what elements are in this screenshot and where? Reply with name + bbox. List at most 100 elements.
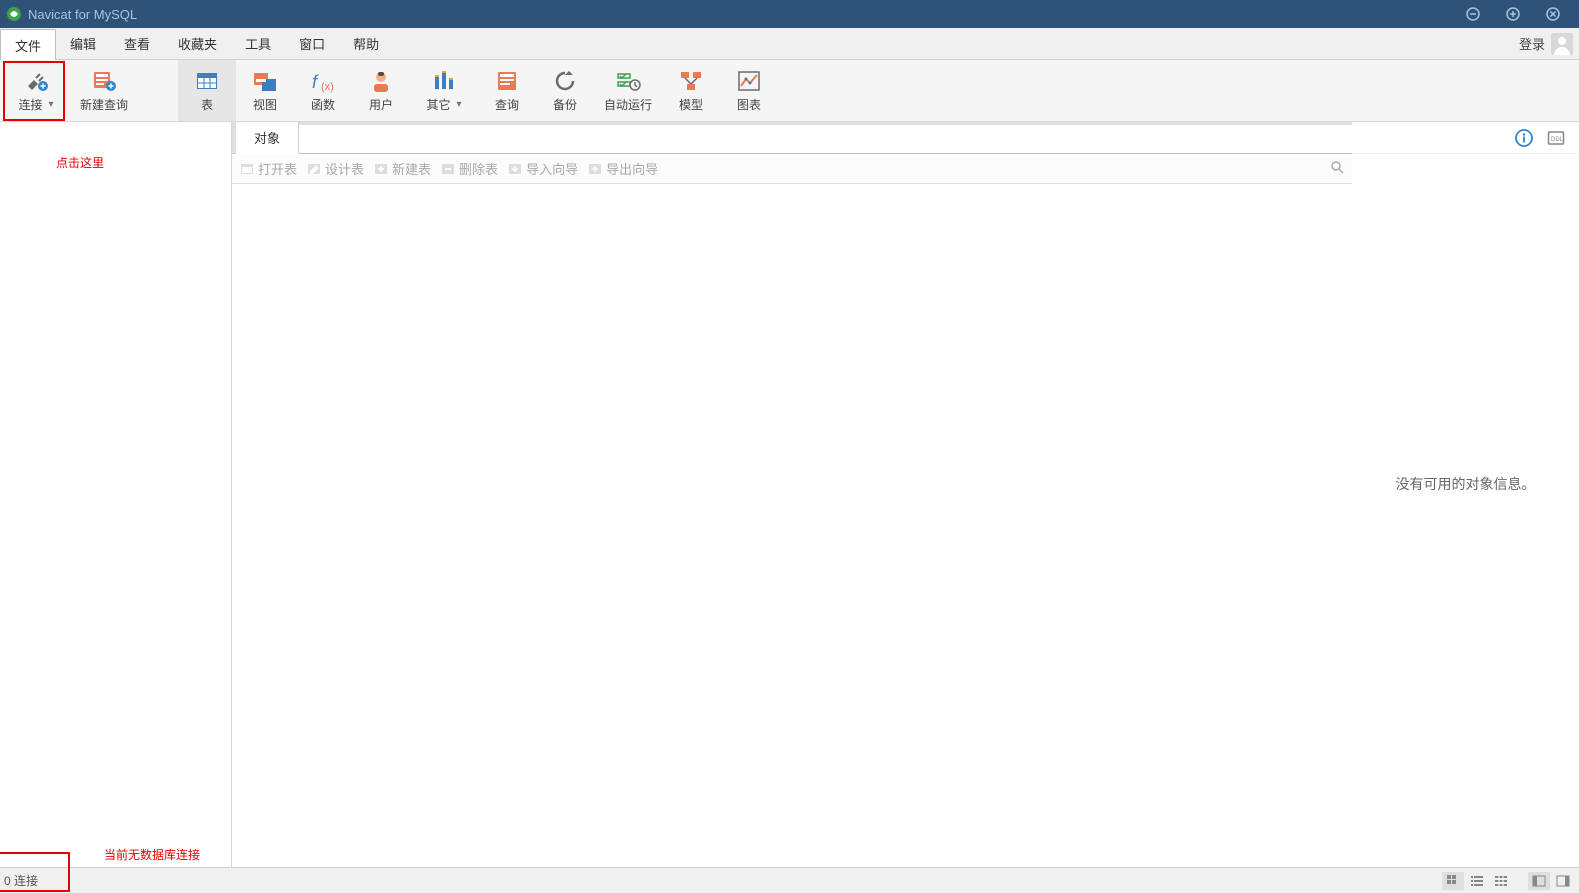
plug-icon bbox=[22, 68, 50, 94]
menu-label: 工具 bbox=[245, 34, 271, 53]
new-query-icon bbox=[90, 68, 118, 94]
tab-address-bar[interactable] bbox=[299, 125, 1352, 154]
info-empty-message: 没有可用的对象信息。 bbox=[1396, 474, 1536, 494]
menu-label: 编辑 bbox=[70, 34, 96, 53]
body-area: 点击这里 当前无数据库连接 对象 打开表 设计表 新建表 bbox=[0, 122, 1579, 867]
main-panel: 对象 打开表 设计表 新建表 删除表 导入向导 bbox=[232, 122, 1352, 867]
query-icon bbox=[493, 68, 521, 94]
tool-label: 视图 bbox=[253, 96, 277, 113]
tool-chart[interactable]: 图表 bbox=[720, 60, 778, 121]
login-area[interactable]: 登录 bbox=[1513, 28, 1579, 59]
object-toolbar: 打开表 设计表 新建表 删除表 导入向导 导出向导 bbox=[232, 154, 1352, 184]
chevron-down-icon: ▾ bbox=[44, 99, 53, 110]
tool-label: 函数 bbox=[311, 96, 335, 113]
view-icon bbox=[251, 68, 279, 94]
annotation-click-here: 点击这里 bbox=[56, 154, 104, 171]
app-logo-icon bbox=[6, 6, 22, 22]
title-bar: Navicat for MySQL bbox=[0, 0, 1579, 28]
btn-export-wizard[interactable]: 导出向导 bbox=[588, 159, 658, 178]
tool-label: 表 bbox=[201, 96, 213, 113]
layout-left-icon[interactable] bbox=[1528, 872, 1550, 890]
view-detail-icon[interactable] bbox=[1490, 872, 1512, 890]
maximize-button[interactable] bbox=[1493, 7, 1533, 21]
obj-btn-label: 删除表 bbox=[459, 159, 498, 178]
menu-label: 收藏夹 bbox=[178, 34, 217, 53]
menu-label: 查看 bbox=[124, 34, 150, 53]
svg-text:f: f bbox=[312, 72, 319, 92]
menu-file[interactable]: 文件 bbox=[0, 29, 56, 60]
info-info-icon[interactable] bbox=[1515, 129, 1533, 147]
tool-view[interactable]: 视图 bbox=[236, 60, 294, 121]
tool-query[interactable]: 查询 bbox=[478, 60, 536, 121]
object-list-area[interactable] bbox=[232, 184, 1352, 867]
close-button[interactable] bbox=[1533, 7, 1573, 21]
obj-btn-label: 新建表 bbox=[392, 159, 431, 178]
tool-backup[interactable]: 备份 bbox=[536, 60, 594, 121]
btn-delete-table[interactable]: 删除表 bbox=[441, 159, 498, 178]
obj-btn-label: 设计表 bbox=[325, 159, 364, 178]
menu-label: 窗口 bbox=[299, 34, 325, 53]
function-icon: f(x) bbox=[309, 68, 337, 94]
status-bar: 0 连接 bbox=[0, 867, 1579, 893]
menu-view[interactable]: 查看 bbox=[110, 28, 164, 59]
avatar-icon bbox=[1551, 33, 1573, 55]
tool-function[interactable]: f(x) 函数 bbox=[294, 60, 352, 121]
others-icon bbox=[430, 68, 458, 94]
model-icon bbox=[677, 68, 705, 94]
tab-label: 对象 bbox=[254, 128, 280, 147]
tool-label: 连接 bbox=[18, 96, 42, 113]
tool-label: 自动运行 bbox=[604, 96, 652, 113]
table-icon bbox=[193, 68, 221, 94]
tool-label: 新建查询 bbox=[80, 96, 128, 113]
view-list-icon[interactable] bbox=[1466, 872, 1488, 890]
tab-objects[interactable]: 对象 bbox=[236, 122, 299, 154]
tool-label: 备份 bbox=[553, 96, 577, 113]
schedule-icon bbox=[614, 68, 642, 94]
btn-open-table[interactable]: 打开表 bbox=[240, 159, 297, 178]
tool-label: 用户 bbox=[369, 96, 393, 113]
tool-table[interactable]: 表 bbox=[178, 60, 236, 121]
layout-right-icon[interactable] bbox=[1552, 872, 1574, 890]
svg-text:(x): (x) bbox=[321, 81, 334, 93]
menu-tools[interactable]: 工具 bbox=[231, 28, 285, 59]
menu-window[interactable]: 窗口 bbox=[285, 28, 339, 59]
search-icon[interactable] bbox=[1330, 160, 1344, 177]
menu-help[interactable]: 帮助 bbox=[339, 28, 393, 59]
main-toolbar: 连接 ▾ 新建查询 表 视图 f(x) 函数 bbox=[0, 60, 1579, 122]
tool-others[interactable]: 其它 ▾ bbox=[410, 60, 478, 121]
backup-icon bbox=[551, 68, 579, 94]
svg-text:DDL: DDL bbox=[1551, 137, 1564, 143]
tool-schedule[interactable]: 自动运行 bbox=[594, 60, 662, 121]
tool-label: 查询 bbox=[495, 96, 519, 113]
menu-label: 帮助 bbox=[353, 34, 379, 53]
login-label: 登录 bbox=[1519, 34, 1545, 53]
obj-btn-label: 打开表 bbox=[258, 159, 297, 178]
status-connection-count: 0 连接 bbox=[4, 872, 74, 889]
tool-model[interactable]: 模型 bbox=[662, 60, 720, 121]
user-icon bbox=[367, 68, 395, 94]
tab-strip: 对象 bbox=[232, 122, 1352, 154]
view-grid-icon[interactable] bbox=[1442, 872, 1464, 890]
btn-design-table[interactable]: 设计表 bbox=[307, 159, 364, 178]
info-ddl-icon[interactable]: DDL bbox=[1547, 129, 1565, 147]
tool-label: 模型 bbox=[679, 96, 703, 113]
menu-edit[interactable]: 编辑 bbox=[56, 28, 110, 59]
menu-label: 文件 bbox=[15, 36, 41, 55]
app-title: Navicat for MySQL bbox=[28, 7, 137, 22]
btn-new-table[interactable]: 新建表 bbox=[374, 159, 431, 178]
tool-label: 其它 bbox=[426, 96, 450, 113]
tool-new-query[interactable]: 新建查询 bbox=[70, 66, 138, 115]
tool-user[interactable]: 用户 bbox=[352, 60, 410, 121]
chart-icon bbox=[735, 68, 763, 94]
annotation-no-db-conn: 当前无数据库连接 bbox=[104, 846, 200, 863]
obj-btn-label: 导出向导 bbox=[606, 159, 658, 178]
info-panel: DDL 没有可用的对象信息。 bbox=[1352, 122, 1579, 867]
obj-btn-label: 导入向导 bbox=[526, 159, 578, 178]
chevron-down-icon: ▾ bbox=[452, 99, 461, 110]
tool-connection[interactable]: 连接 ▾ bbox=[2, 66, 70, 115]
btn-import-wizard[interactable]: 导入向导 bbox=[508, 159, 578, 178]
minimize-button[interactable] bbox=[1453, 7, 1493, 21]
menu-bar: 文件 编辑 查看 收藏夹 工具 窗口 帮助 登录 bbox=[0, 28, 1579, 60]
connection-tree-sidebar[interactable]: 点击这里 当前无数据库连接 bbox=[0, 122, 232, 867]
menu-favorites[interactable]: 收藏夹 bbox=[164, 28, 231, 59]
